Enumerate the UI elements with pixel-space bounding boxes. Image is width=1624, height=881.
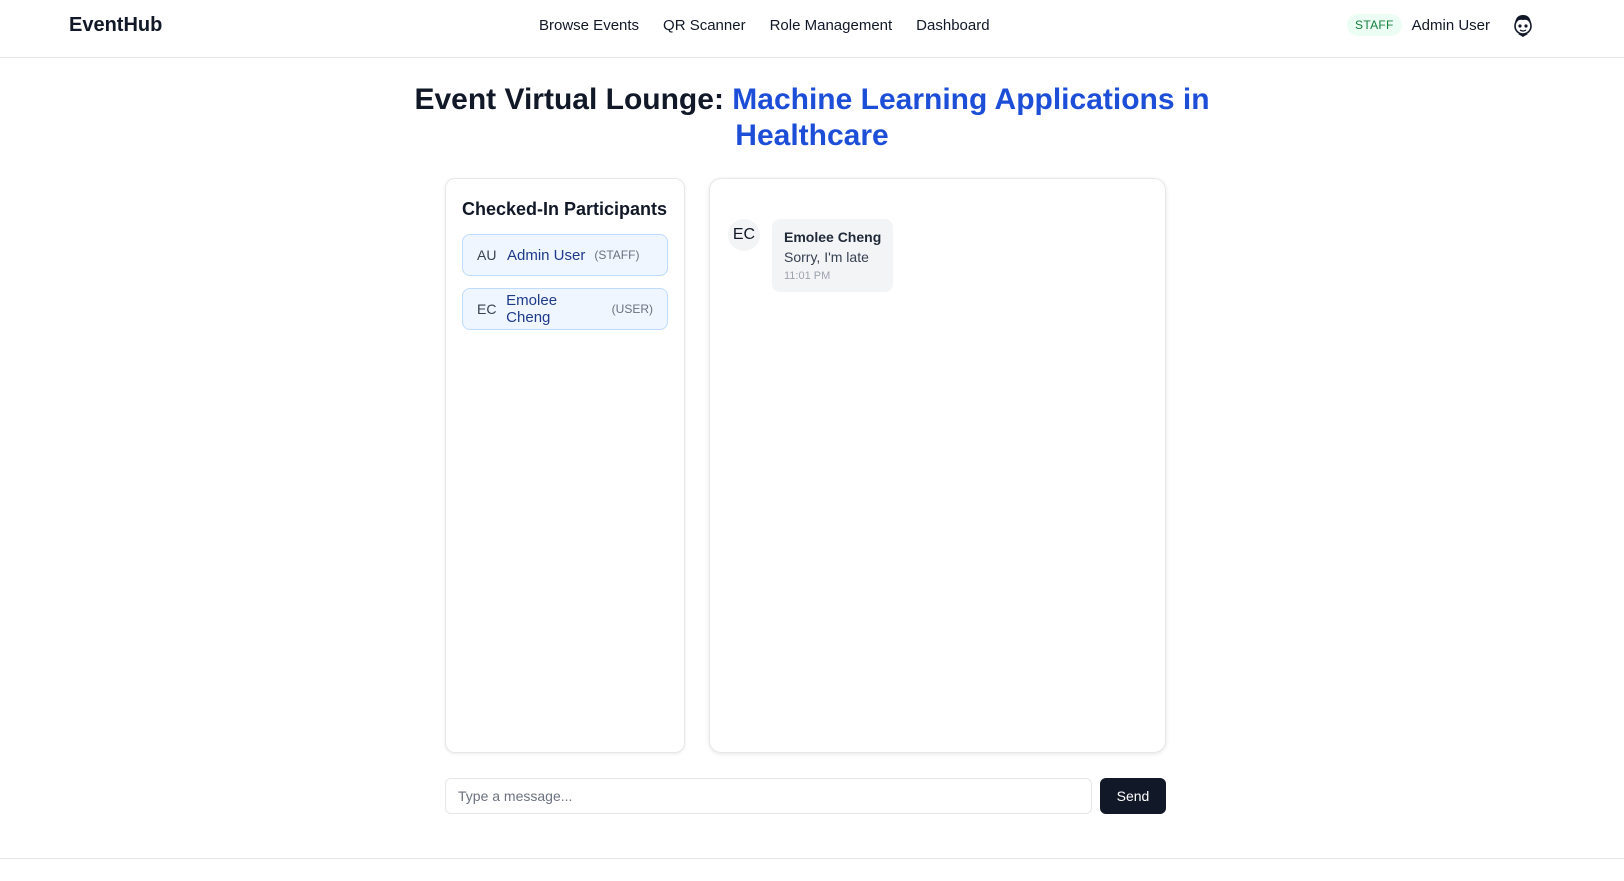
nav-qr-scanner[interactable]: QR Scanner xyxy=(663,17,746,34)
participants-title: Checked-In Participants xyxy=(462,199,668,219)
footer-divider xyxy=(0,858,1624,859)
user-menu: STAFF Admin User xyxy=(1347,12,1536,38)
message-composer: Send xyxy=(445,778,1166,814)
send-button[interactable]: Send xyxy=(1100,778,1166,814)
chat-messages-panel[interactable]: EC Emolee Cheng Sorry, I'm late 11:01 PM xyxy=(709,178,1166,753)
participants-panel: Checked-In Participants AU Admin User (S… xyxy=(445,178,685,753)
chat-message: EC Emolee Cheng Sorry, I'm late 11:01 PM xyxy=(728,219,1147,292)
message-author: Emolee Cheng xyxy=(784,229,882,245)
brand-logo[interactable]: EventHub xyxy=(69,14,162,37)
page-title-prefix: Event Virtual Lounge: xyxy=(414,83,733,116)
participant-name: Admin User xyxy=(507,246,586,264)
message-text: Sorry, I'm late xyxy=(784,249,869,265)
message-bubble: Emolee Cheng Sorry, I'm late 11:01 PM xyxy=(772,219,894,292)
participant-initials: EC xyxy=(477,301,497,317)
participant-role: (USER) xyxy=(611,302,653,316)
nav-browse-events[interactable]: Browse Events xyxy=(539,17,639,34)
event-name: Machine Learning Applications in Healthc… xyxy=(732,83,1210,152)
participant-initials: AU xyxy=(477,247,497,263)
nav-role-management[interactable]: Role Management xyxy=(770,17,893,34)
message-avatar: EC xyxy=(728,219,760,251)
message-input[interactable] xyxy=(445,778,1092,814)
main-nav: Browse Events QR Scanner Role Management… xyxy=(539,17,990,34)
participant-item[interactable]: EC Emolee Cheng (USER) xyxy=(462,288,668,330)
page-title: Event Virtual Lounge: Machine Learning A… xyxy=(412,82,1212,154)
current-user-name: Admin User xyxy=(1411,16,1490,34)
user-avatar-icon[interactable] xyxy=(1510,12,1536,38)
message-time: 11:01 PM xyxy=(784,270,831,282)
participant-item[interactable]: AU Admin User (STAFF) xyxy=(462,234,668,276)
participant-name: Emolee Cheng xyxy=(506,292,558,326)
top-navbar: EventHub Browse Events QR Scanner Role M… xyxy=(0,0,1624,58)
participant-role: (STAFF) xyxy=(594,248,640,262)
role-badge: STAFF xyxy=(1347,14,1402,36)
nav-dashboard[interactable]: Dashboard xyxy=(916,17,989,34)
